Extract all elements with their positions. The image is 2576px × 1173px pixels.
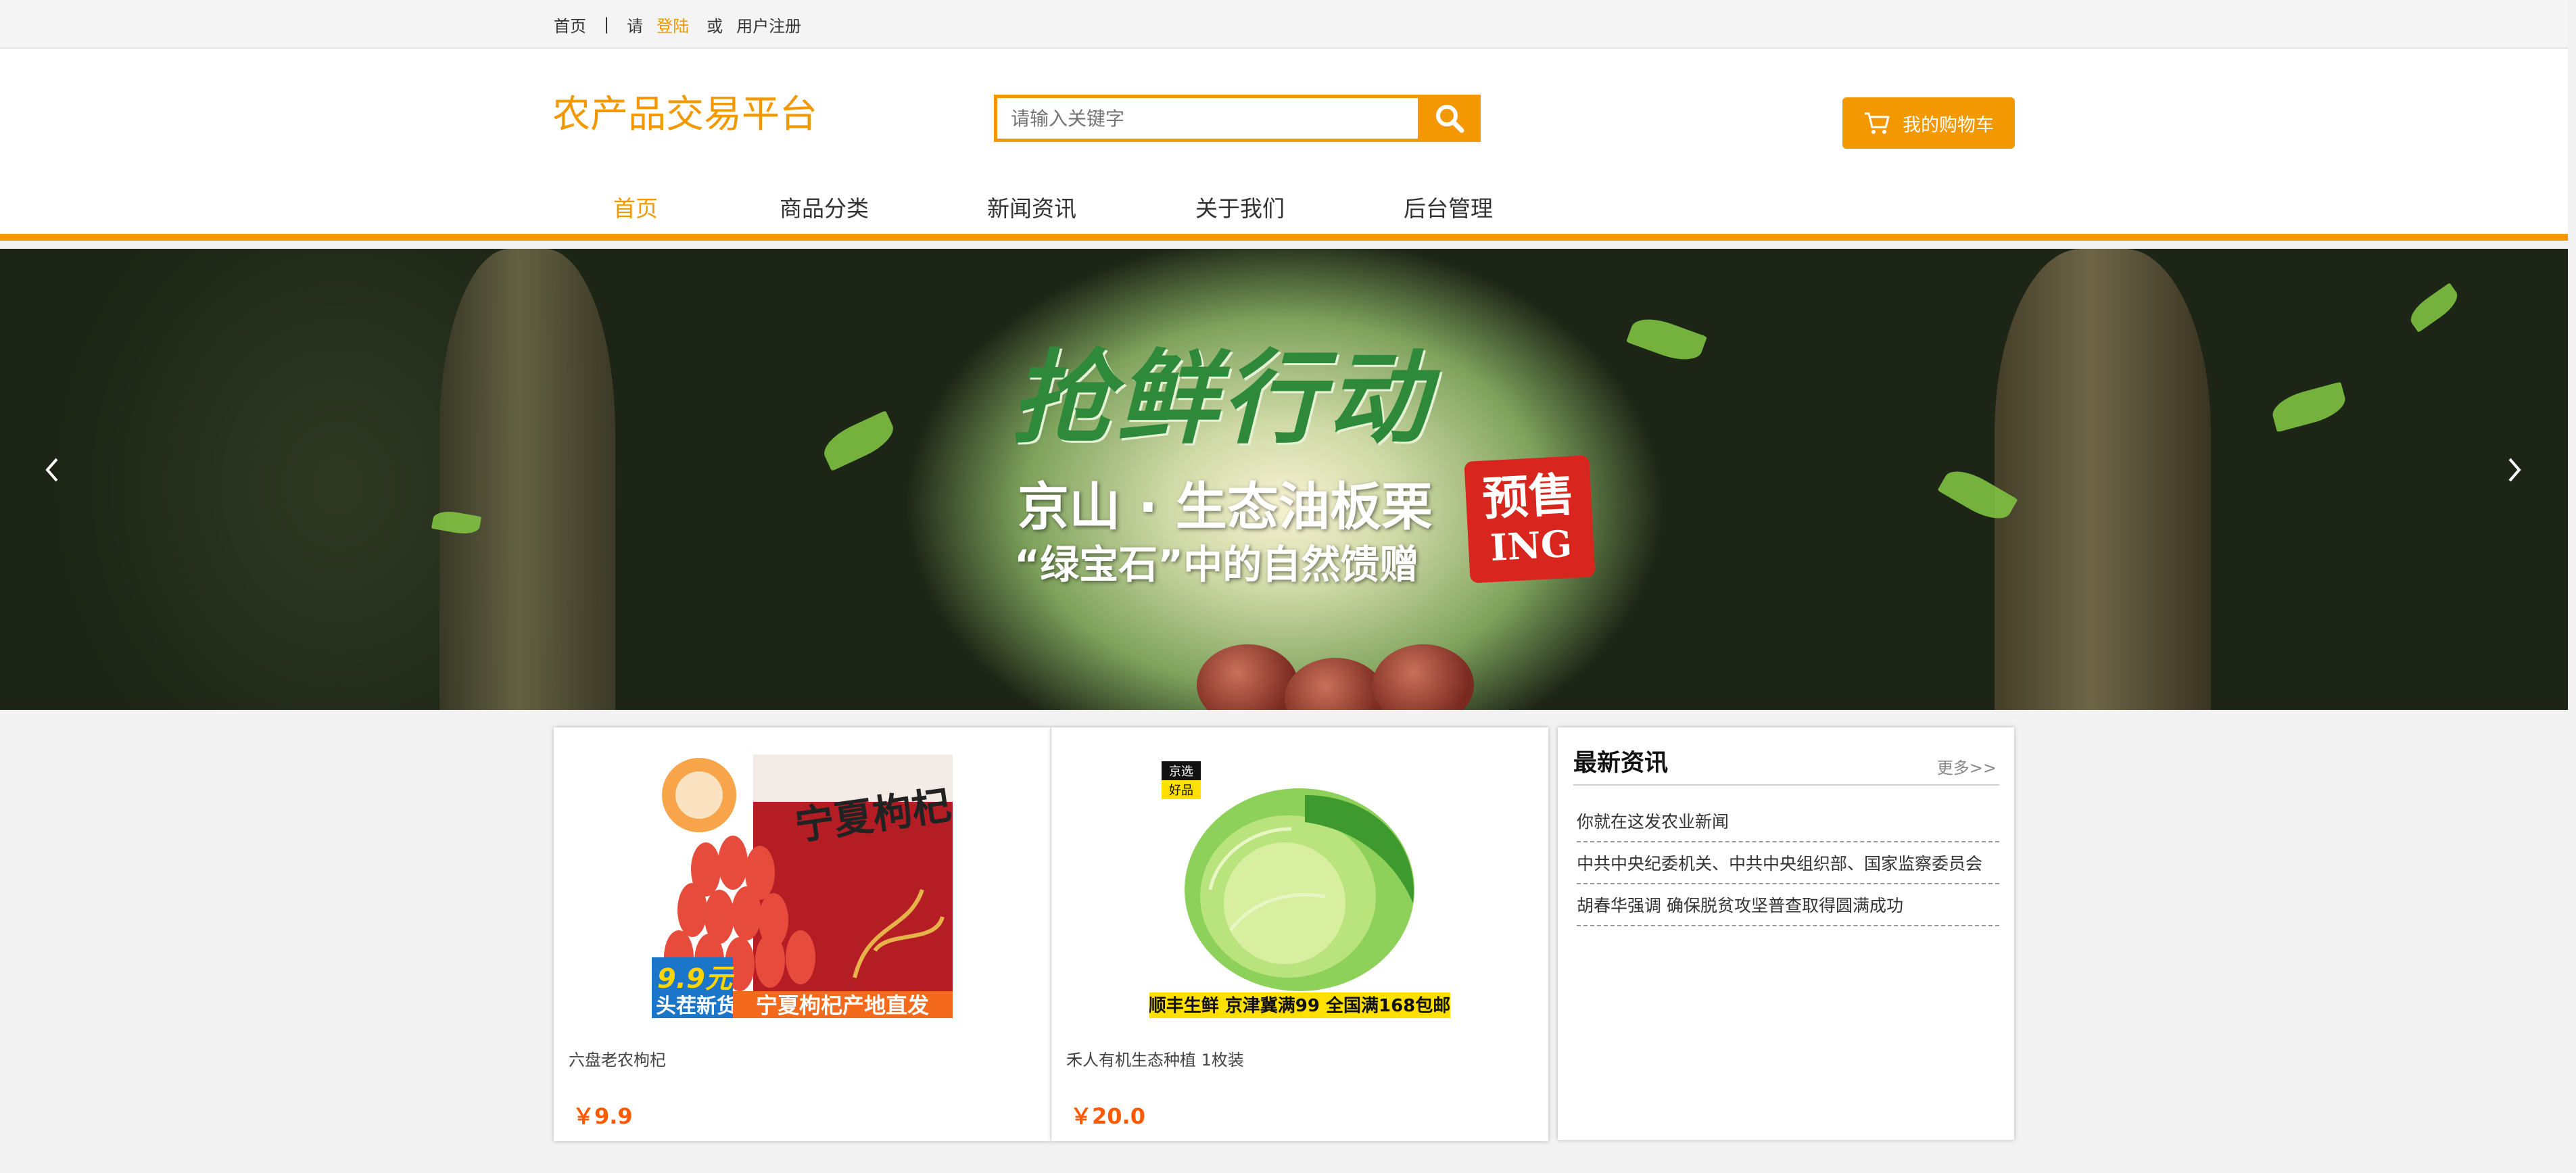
presale-stamp: 预售 ING — [1464, 455, 1596, 583]
stamp-ing: ING — [1489, 521, 1573, 570]
search-button[interactable] — [1418, 95, 1481, 142]
news-item[interactable]: 你就在这发农业新闻 — [1577, 800, 1999, 842]
product-card[interactable]: 宁夏枸杞 9.9元 头茬新货 宁夏枸杞产地直发 六盘老农枸杞 ￥9.9 — [554, 727, 1051, 1141]
register-link[interactable]: 用户注册 — [736, 13, 801, 37]
banner-leaf — [2268, 381, 2350, 433]
top-bar: 首页 | 请 登陆 或 用户注册 — [0, 0, 2568, 49]
banner-chestnut — [1285, 658, 1386, 710]
product-price: ￥9.9 — [573, 1103, 633, 1129]
stamp-text: 预售 — [1481, 468, 1576, 527]
search-input[interactable] — [994, 95, 1418, 142]
banner-tree-right — [1995, 249, 2211, 710]
banner-subtitle: 京山 · 生态油板栗 — [1018, 477, 1433, 537]
nav-item-admin[interactable]: 后台管理 — [1404, 191, 1493, 223]
cart-button[interactable]: 我的购物车 — [1842, 97, 2015, 149]
banner-leaf — [818, 410, 899, 471]
badge-price: 9.9元 — [657, 963, 735, 995]
top-separator: | — [604, 15, 610, 34]
nav-underline — [0, 234, 2568, 241]
news-more-link[interactable]: 更多>> — [1937, 755, 1997, 778]
nav-item-about[interactable]: 关于我们 — [1195, 191, 1285, 223]
product-name[interactable]: 禾人有机生态种植 1枚装 — [1066, 1047, 1244, 1070]
banner-chestnut — [1197, 644, 1298, 710]
news-item[interactable]: 胡春华强调 确保脱贫攻坚普查取得圆满成功 — [1577, 884, 1999, 926]
tag-haopin: 好品 — [1169, 784, 1193, 798]
banner-leaf — [2405, 283, 2463, 333]
product-image-cabbage[interactable]: 京选 好品 顺丰生鲜 京津冀满99 全国满168包邮 — [1149, 755, 1450, 1018]
site-logo[interactable]: 农产品交易平台 — [552, 84, 817, 139]
badge-new: 头茬新货 — [656, 995, 737, 1018]
news-list: 你就在这发农业新闻 中共中央纪委机关、中共中央组织部、国家监察委员会 胡春华强调… — [1577, 800, 1999, 926]
news-divider — [1573, 784, 1999, 786]
banner-title: 抢鲜行动 — [1011, 339, 1433, 458]
banner-tagline: “绿宝石”中的自然馈赠 — [1014, 542, 1419, 588]
cart-label: 我的购物车 — [1903, 114, 1994, 136]
news-title: 最新资讯 — [1573, 750, 1669, 777]
carousel-next-button[interactable] — [2502, 450, 2529, 490]
product-name[interactable]: 六盘老农枸杞 — [569, 1047, 666, 1070]
promo-banner[interactable]: 抢鲜行动 京山 · 生态油板栗 “绿宝石”中的自然馈赠 预售 ING — [0, 249, 2568, 710]
top-home-link[interactable]: 首页 — [554, 13, 586, 37]
search-icon — [1435, 105, 1464, 133]
product-image-goji[interactable]: 宁夏枸杞 9.9元 头茬新货 宁夏枸杞产地直发 — [652, 755, 954, 1018]
product-price: ￥20.0 — [1070, 1103, 1145, 1129]
product-card[interactable]: 京选 好品 顺丰生鲜 京津冀满99 全国满168包邮 禾人有机生态种植 1枚装 … — [1051, 727, 1548, 1141]
main-nav: 首页 商品分类 新闻资讯 关于我们 后台管理 — [0, 191, 2568, 230]
chevron-right-icon — [2508, 458, 2521, 482]
top-prefix-text: 请 — [627, 16, 644, 36]
banner-origin: 宁夏枸杞产地直发 — [756, 992, 929, 1018]
banner-chestnut — [1373, 644, 1474, 710]
banner-tree-left — [439, 249, 615, 710]
login-link[interactable]: 登陆 — [657, 13, 689, 37]
nav-item-categories[interactable]: 商品分类 — [780, 191, 869, 223]
nav-item-news[interactable]: 新闻资讯 — [987, 191, 1076, 223]
banner-shipping: 顺丰生鲜 京津冀满99 全国满168包邮 — [1149, 995, 1450, 1016]
banner-leaf — [1626, 311, 1707, 368]
news-item[interactable]: 中共中央纪委机关、中共中央组织部、国家监察委员会 — [1577, 842, 1999, 884]
top-or-text: 或 — [707, 16, 723, 36]
chevron-left-icon — [45, 458, 58, 482]
header: 农产品交易平台 我的购物车 首页 商品分类 新闻资讯 关于我们 后台管理 — [0, 49, 2568, 238]
news-panel: 最新资讯 更多>> 你就在这发农业新闻 中共中央纪委机关、中共中央组织部、国家监… — [1558, 727, 2014, 1140]
cart-icon — [1865, 112, 1890, 134]
tag-jingxuan: 京选 — [1169, 765, 1193, 779]
nav-item-home[interactable]: 首页 — [613, 191, 658, 223]
carousel-prev-button[interactable] — [38, 450, 65, 490]
search-bar — [994, 95, 1481, 142]
top-links: 首页 | 请 登陆 或 用户注册 — [554, 0, 819, 49]
